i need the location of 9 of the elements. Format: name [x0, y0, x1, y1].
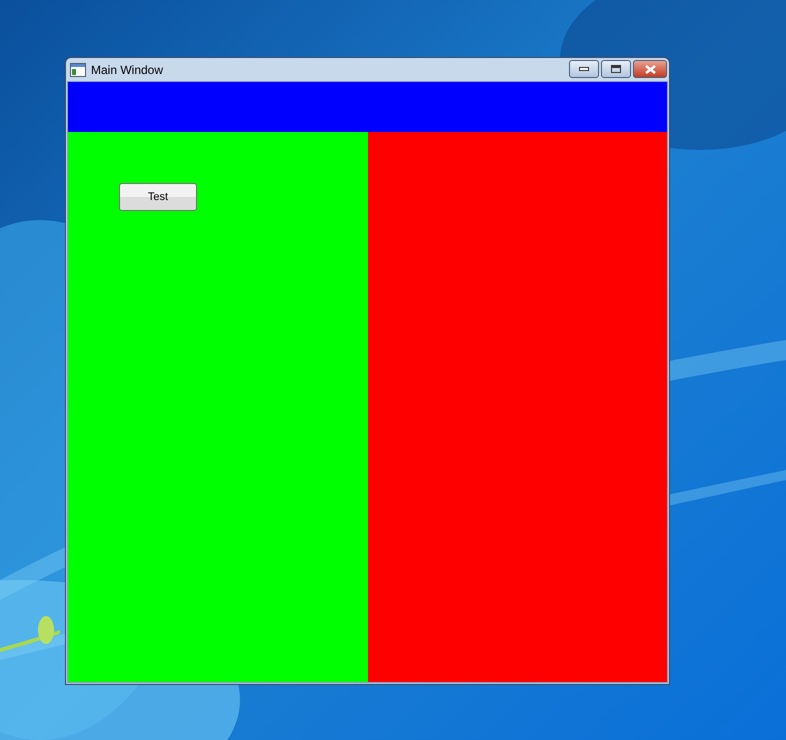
- window-title: Main Window: [91, 62, 164, 76]
- maximize-icon: [611, 65, 621, 73]
- close-button[interactable]: [633, 60, 667, 78]
- window-icon: [70, 62, 86, 76]
- minimize-button[interactable]: [569, 60, 599, 78]
- maximize-button[interactable]: [601, 60, 631, 78]
- minimize-icon: [579, 67, 589, 71]
- close-icon: [644, 64, 656, 74]
- test-button[interactable]: Test: [119, 183, 197, 211]
